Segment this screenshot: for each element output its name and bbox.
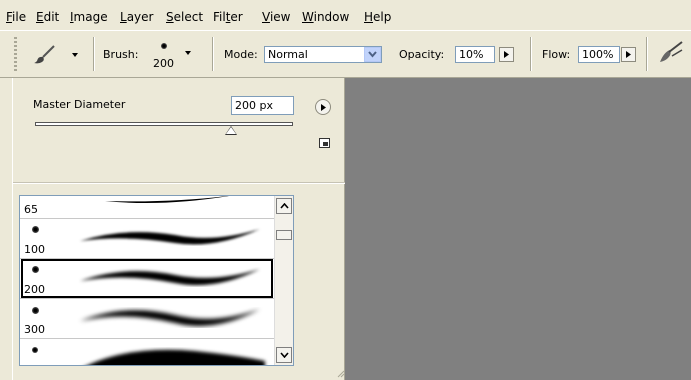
- chevron-down-icon: [72, 53, 78, 57]
- master-diameter-slider[interactable]: [35, 122, 293, 126]
- separator: [646, 37, 647, 71]
- brush-size-label: 65: [24, 203, 38, 216]
- brush-list: 65 100 200 300: [19, 195, 294, 366]
- tool-preset-picker[interactable]: [26, 43, 86, 65]
- brush-label: Brush:: [103, 48, 139, 61]
- menu-select[interactable]: Select: [166, 9, 203, 25]
- menu-layer[interactable]: Layer: [120, 9, 153, 25]
- scroll-down-button[interactable]: [276, 347, 292, 363]
- menu-window[interactable]: Window: [302, 9, 349, 25]
- panel-menu-button[interactable]: [315, 99, 331, 115]
- canvas-area[interactable]: [345, 78, 691, 380]
- arrow-right-icon: [504, 51, 509, 58]
- chevron-down-icon: [185, 51, 191, 55]
- separator: [212, 37, 213, 71]
- master-diameter-value: 200 px: [235, 99, 273, 112]
- menu-file[interactable]: File: [6, 9, 26, 25]
- opacity-slider-button[interactable]: [499, 47, 514, 62]
- scroll-thumb[interactable]: [276, 230, 292, 240]
- menu-filter[interactable]: Filter: [213, 9, 243, 25]
- slider-thumb[interactable]: [225, 126, 237, 135]
- opacity-value: 10%: [459, 48, 484, 61]
- scroll-up-button[interactable]: [276, 198, 292, 214]
- options-bar: Brush: 200 Mode: Normal Opacity: 10% Flo…: [0, 30, 691, 78]
- chevron-down-icon: [279, 352, 289, 358]
- brush-size-label: 100: [24, 243, 45, 256]
- stroke-preview: [88, 349, 265, 365]
- brush-picker-panel: Master Diameter 200 px 65 100 200 300: [12, 78, 346, 380]
- menu-bar: File Edit Image Layer Select Filter View…: [0, 0, 691, 30]
- stroke-preview: [80, 309, 260, 326]
- list-item[interactable]: [20, 339, 275, 365]
- chevron-down-icon: [368, 51, 377, 58]
- brush-icon: [34, 45, 55, 64]
- opacity-label: Opacity:: [399, 48, 445, 61]
- mode-select[interactable]: Normal: [264, 46, 382, 63]
- selection-highlight: [21, 259, 273, 298]
- brush-tip-icon: [161, 43, 167, 49]
- chevron-up-icon: [279, 203, 289, 209]
- flow-slider-button[interactable]: [621, 47, 636, 62]
- resize-grip-icon[interactable]: [335, 368, 345, 378]
- brush-size-label: 300: [24, 323, 45, 336]
- brush-list-scrollbar[interactable]: [274, 196, 293, 365]
- separator: [530, 37, 531, 71]
- mode-value: Normal: [268, 48, 308, 61]
- flow-field[interactable]: 100%: [578, 46, 620, 63]
- master-diameter-input[interactable]: 200 px: [231, 96, 294, 115]
- divider: [13, 182, 346, 183]
- flow-value: 100%: [582, 48, 614, 61]
- toolbar-grip[interactable]: [14, 37, 17, 73]
- stroke-preview: [105, 196, 229, 203]
- brush-tip-icon: [32, 226, 39, 233]
- brush-tip-icon: [32, 307, 39, 314]
- menu-view[interactable]: View: [262, 9, 290, 25]
- brush-size-value: 200: [153, 57, 174, 70]
- flow-label: Flow:: [542, 48, 571, 61]
- list-item[interactable]: 300: [20, 299, 275, 338]
- opacity-field[interactable]: 10%: [455, 46, 495, 63]
- master-diameter-label: Master Diameter: [33, 98, 126, 111]
- brush-picker[interactable]: 200: [150, 37, 194, 73]
- menu-help[interactable]: Help: [364, 9, 391, 25]
- brush-tip-icon: [32, 347, 38, 353]
- arrow-right-icon: [626, 51, 631, 58]
- menu-edit[interactable]: Edit: [36, 9, 59, 25]
- list-item[interactable]: 100: [20, 219, 275, 258]
- stroke-preview: [80, 229, 260, 245]
- list-item[interactable]: 65: [20, 196, 275, 218]
- new-preset-icon[interactable]: [319, 138, 330, 148]
- separator: [93, 37, 94, 71]
- mode-label: Mode:: [224, 48, 258, 61]
- menu-image[interactable]: Image: [70, 9, 108, 25]
- airbrush-icon[interactable]: [656, 40, 686, 66]
- mode-dropdown-button[interactable]: [364, 47, 381, 62]
- arrow-right-icon: [320, 103, 326, 111]
